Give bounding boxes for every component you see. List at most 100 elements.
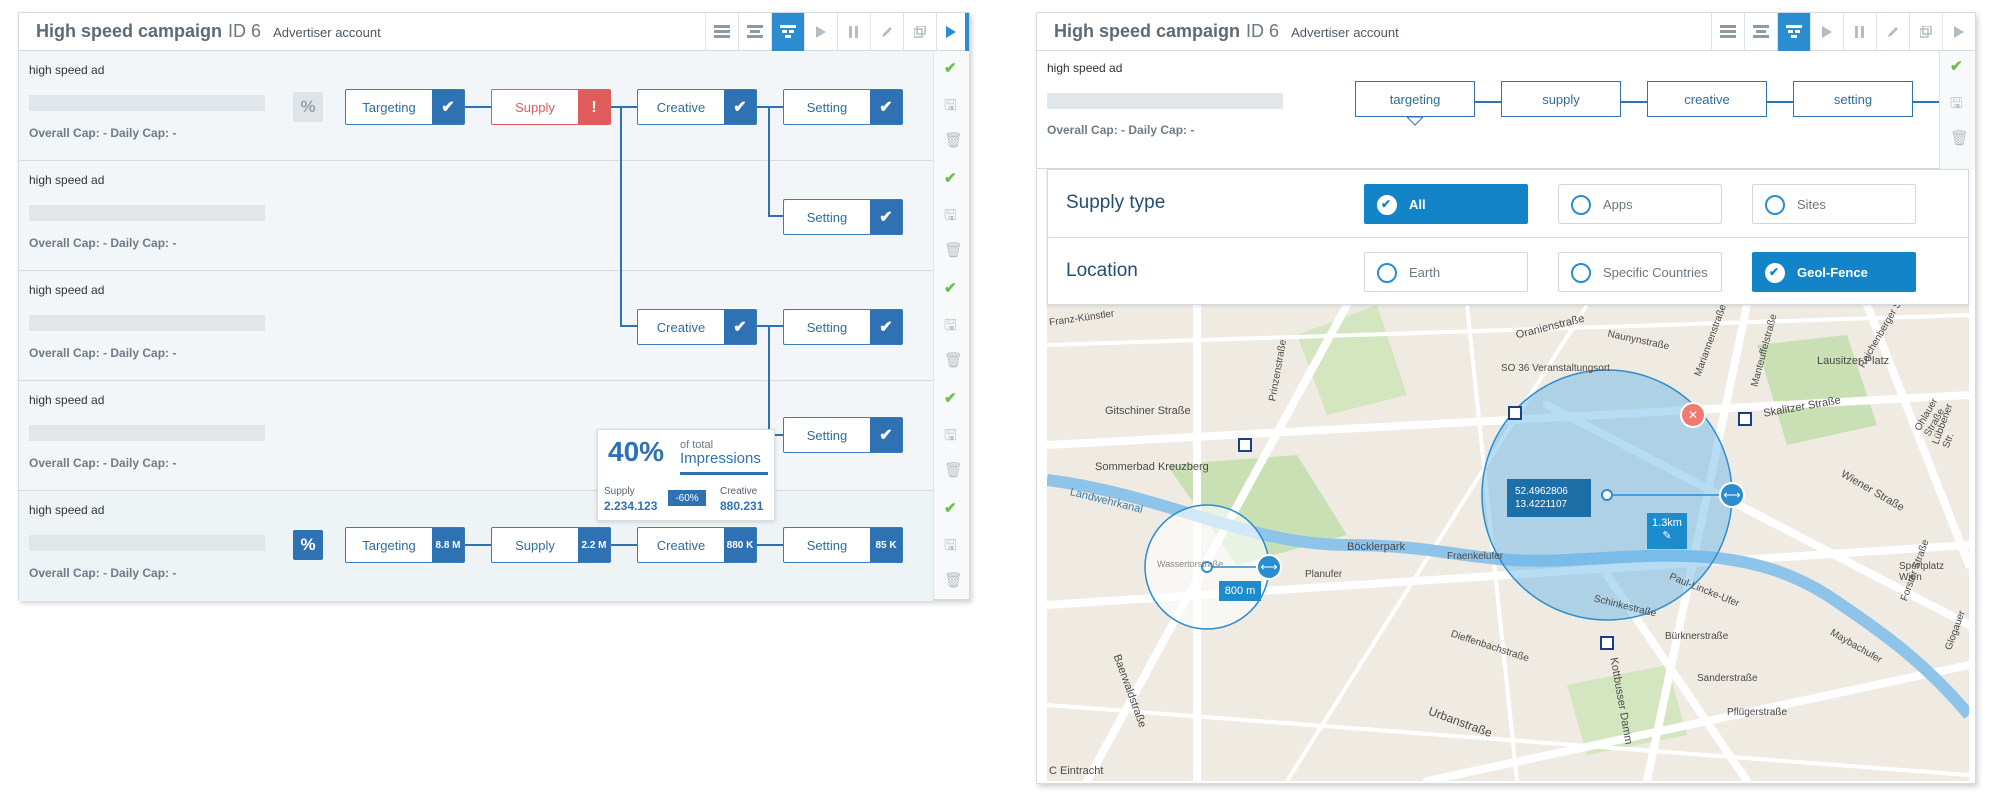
supply-node[interactable]: Supply 2.2 M: [491, 527, 611, 563]
percent-button[interactable]: %: [293, 92, 323, 122]
close-icon: ✕: [1688, 408, 1698, 422]
step-creative[interactable]: creative: [1647, 81, 1767, 117]
progress-bar: [29, 95, 265, 111]
check-icon: ✔: [724, 90, 756, 124]
radius-label-large[interactable]: 1.3km ✎: [1647, 513, 1687, 549]
trash-icon[interactable]: 🗑: [944, 461, 963, 479]
map-canvas[interactable]: ⟷ ⟷ ✕: [1047, 305, 1969, 781]
step-pointer-icon: [1407, 117, 1423, 126]
save-icon[interactable]: 🖫: [944, 315, 957, 340]
geofence-map[interactable]: ⟷ ⟷ ✕ Gitschiner Straße Skalitzer Straße…: [1047, 305, 1969, 781]
creative-node[interactable]: Creative 880 K: [637, 527, 757, 563]
check-icon: ✔: [432, 90, 464, 124]
trash-icon[interactable]: 🗑: [944, 241, 963, 259]
setting-node[interactable]: Setting ✔: [783, 417, 903, 453]
toolbar: [1711, 13, 1975, 51]
save-icon[interactable]: 🖫: [1950, 93, 1963, 118]
account-label: Advertiser account: [273, 25, 381, 40]
play-button[interactable]: [804, 13, 837, 51]
location-label: Location: [1066, 260, 1138, 281]
compact-view-button[interactable]: [1744, 13, 1777, 51]
connector: [768, 215, 783, 217]
play-forward-icon: [946, 26, 956, 38]
setting-node[interactable]: Setting ✔: [783, 199, 903, 235]
check-icon: ✔: [944, 60, 957, 77]
trash-icon[interactable]: 🗑: [944, 351, 963, 369]
supply-option-all[interactable]: All: [1364, 184, 1528, 224]
pause-button[interactable]: [837, 13, 870, 51]
map-label: C Eintracht: [1049, 765, 1104, 777]
copy-button[interactable]: [903, 13, 936, 51]
ad-name: high speed ad: [29, 503, 105, 517]
edit-button[interactable]: [1876, 13, 1909, 51]
location-option-earth[interactable]: Earth: [1364, 252, 1528, 292]
list-view-button[interactable]: [705, 13, 738, 51]
connector: [757, 106, 783, 108]
count-badge: 2.2 M: [578, 528, 610, 562]
percent-button[interactable]: %: [293, 530, 323, 560]
connector: [611, 544, 637, 546]
edit-button[interactable]: [870, 13, 903, 51]
tooltip-creative-label: Creative: [720, 486, 758, 497]
map-label: Sanderstraße: [1697, 673, 1758, 684]
map-label: Wassertorstraße: [1157, 559, 1224, 569]
connector: [620, 325, 637, 327]
forward-button[interactable]: [936, 13, 969, 51]
setting-node[interactable]: Setting 85 K: [783, 527, 903, 563]
progress-bar: [29, 315, 265, 331]
center-handle[interactable]: [1601, 489, 1613, 501]
copy-button[interactable]: [1909, 13, 1942, 51]
panel-header: High speed campaign ID 6 Advertiser accoun…: [1037, 13, 1975, 51]
tooltip-percent: 40%: [608, 436, 665, 467]
supply-node[interactable]: Supply!: [491, 89, 611, 125]
supply-type-row: Supply type All Apps Sites: [1048, 170, 1968, 238]
ad-caps: Overall Cap: - Daily Cap: -: [29, 346, 177, 360]
tooltip-supply-value: 2.234.123: [604, 499, 658, 513]
copy-icon: [914, 26, 926, 38]
play-icon: [1822, 26, 1832, 38]
map-label: Bürknerstraße: [1665, 631, 1729, 642]
trash-icon[interactable]: 🗑: [1950, 129, 1969, 147]
row-actions-rail: ✔ 🖫 🗑 ✔ 🖫 🗑 ✔ 🖫 🗑 ✔ 🖫 🗑 ✔ 🖫 🗑: [933, 51, 969, 599]
tooltip-supply-label: Supply: [604, 486, 635, 497]
forward-button[interactable]: [1942, 13, 1975, 51]
save-icon[interactable]: 🖫: [944, 535, 957, 560]
play-button[interactable]: [1810, 13, 1843, 51]
trash-icon[interactable]: 🗑: [944, 571, 963, 589]
list-view-button[interactable]: [1711, 13, 1744, 51]
compact-view-button[interactable]: [738, 13, 771, 51]
targeting-node[interactable]: Targeting 8.8 M: [345, 527, 465, 563]
step-supply[interactable]: supply: [1501, 81, 1621, 117]
tree-view-button[interactable]: [771, 13, 804, 51]
location-option-countries[interactable]: Specific Countries: [1558, 252, 1722, 292]
check-icon: ✔: [870, 90, 902, 124]
pause-button[interactable]: [1843, 13, 1876, 51]
step-targeting[interactable]: targeting: [1355, 81, 1475, 117]
resize-arrows-icon: ⟷: [1723, 488, 1740, 502]
radius-label-small[interactable]: 800 m: [1219, 581, 1261, 601]
supply-option-apps[interactable]: Apps: [1558, 184, 1722, 224]
creative-node[interactable]: Creative ✔: [637, 309, 757, 345]
tooltip-creative-value: 880.231: [720, 499, 764, 513]
save-icon[interactable]: 🖫: [944, 205, 957, 230]
park-area: [1757, 335, 1877, 445]
supply-type-label: Supply type: [1066, 192, 1166, 213]
radio-checked-icon: [1377, 195, 1397, 215]
node-label: Targeting: [362, 99, 416, 115]
location-option-geofence[interactable]: Geol-Fence: [1752, 252, 1916, 292]
node-label: Targeting: [362, 537, 416, 553]
creative-node[interactable]: Creative ✔: [637, 89, 757, 125]
option-label: Geol-Fence: [1797, 264, 1868, 280]
trash-icon[interactable]: 🗑: [944, 131, 963, 149]
save-icon[interactable]: 🖫: [944, 425, 957, 450]
setting-node[interactable]: Setting ✔: [783, 89, 903, 125]
page-title: High speed campaign ID 6 Advertiser accoun…: [36, 21, 381, 42]
tree-view-button[interactable]: [1777, 13, 1810, 51]
supply-option-sites[interactable]: Sites: [1752, 184, 1916, 224]
count-badge: 880 K: [724, 528, 756, 562]
option-label: Earth: [1409, 264, 1441, 280]
setting-node[interactable]: Setting ✔: [783, 309, 903, 345]
step-setting[interactable]: setting: [1793, 81, 1913, 117]
targeting-node[interactable]: Targeting ✔: [345, 89, 465, 125]
save-icon[interactable]: 🖫: [944, 95, 957, 120]
